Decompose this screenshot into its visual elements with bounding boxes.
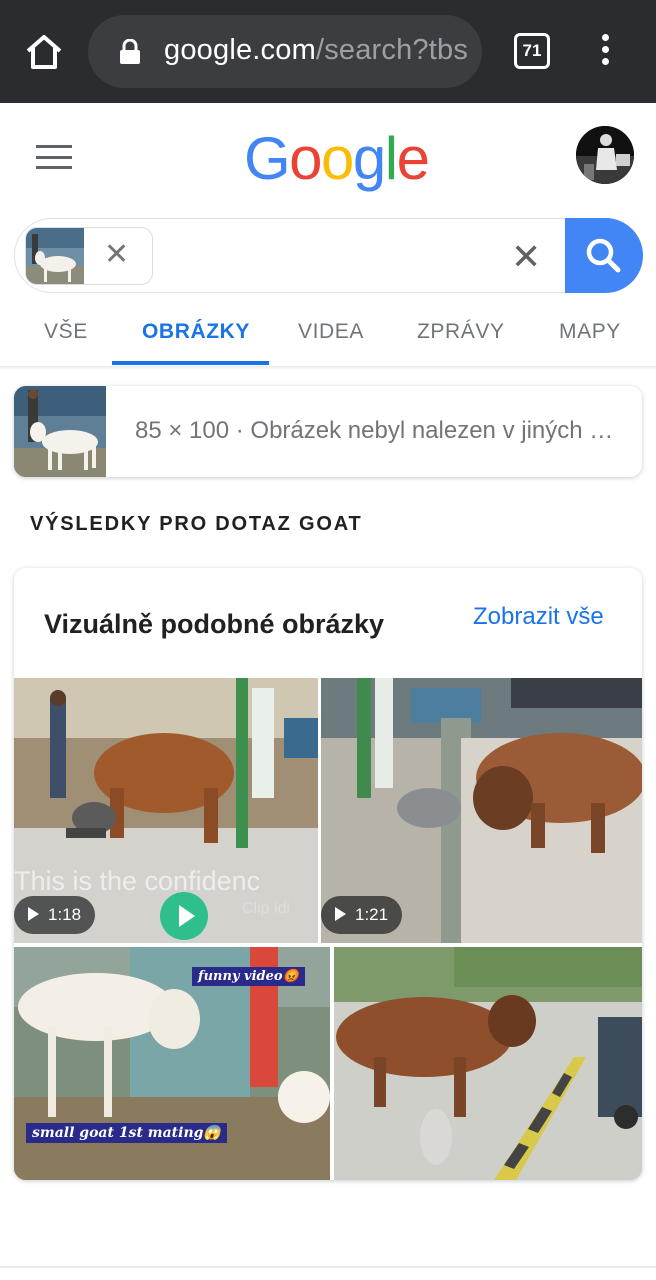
active-tab-indicator (112, 361, 269, 365)
tab-images[interactable]: OBRÁZKY (142, 320, 250, 344)
logo-letter: G (244, 125, 291, 192)
similar-image-1[interactable]: This is the confidenc Clip idi 1:18 (14, 678, 318, 943)
video-caption-top: funny video😡 (192, 967, 305, 986)
similar-image-2[interactable]: 1:21 (321, 678, 642, 943)
url-text: google.com/search?tbs (164, 34, 469, 66)
tab-maps[interactable]: MAPY (559, 320, 621, 344)
divider (0, 366, 656, 370)
search-button[interactable] (565, 217, 643, 293)
logo-letter: g (352, 125, 386, 192)
avatar[interactable] (576, 126, 634, 184)
video-overlay-text: This is the confidenc (14, 866, 261, 896)
address-bar[interactable]: google.com/search?tbs (88, 15, 482, 88)
play-circle-icon (160, 892, 208, 940)
similar-images-title: Vizuálně podobné obrázky (44, 609, 385, 639)
tab-news[interactable]: ZPRÁVY (417, 320, 505, 344)
logo-letter: l (384, 125, 398, 192)
browser-toolbar: google.com/search?tbs 71 (0, 0, 656, 103)
logo-letter: o (321, 125, 354, 192)
view-all-link[interactable]: Zobrazit vše (473, 603, 604, 631)
remove-image-icon[interactable]: ✕ (104, 240, 129, 270)
similar-images-card: Vizuálně podobné obrázky Zobrazit vše Th… (14, 568, 642, 1180)
video-caption-bottom: small goat 1st mating😱 (26, 1123, 227, 1143)
query-image-thumbnail (26, 228, 84, 284)
logo-letter: e (396, 125, 430, 192)
page-bottom-divider (0, 1266, 656, 1268)
search-image-chip[interactable]: ✕ (25, 227, 153, 285)
video-duration-badge: 1:21 (321, 896, 403, 934)
search-icon (586, 238, 621, 272)
lock-icon (118, 38, 142, 65)
image-info-text: 85 × 100 · Obrázek nebyl nalezen v jinýc… (135, 417, 614, 444)
video-duration-badge: 1:18 (14, 896, 96, 934)
play-icon (335, 907, 346, 921)
results-heading: VÝSLEDKY PRO DOTAZ GOAT (30, 513, 363, 535)
overflow-menu-icon[interactable] (596, 34, 614, 70)
hamburger-menu-icon[interactable] (36, 145, 72, 171)
clear-search-icon[interactable]: ✕ (511, 239, 541, 275)
tab-all[interactable]: VŠE (44, 320, 88, 344)
search-box[interactable]: ✕ ✕ (14, 217, 643, 293)
play-icon (28, 907, 39, 921)
home-icon[interactable] (22, 30, 66, 74)
google-logo[interactable]: Google (244, 124, 430, 193)
search-tabs: VŠE OBRÁZKY VIDEA ZPRÁVY MAPY (0, 300, 656, 366)
logo-letter: o (289, 125, 322, 192)
tabs-icon[interactable]: 71 (514, 33, 550, 69)
query-image-preview (14, 386, 106, 477)
image-info-card[interactable]: 85 × 100 · Obrázek nebyl nalezen v jinýc… (14, 386, 642, 477)
video-overlay-watermark: Clip idi (242, 900, 291, 917)
similar-image-4[interactable] (334, 947, 642, 1180)
similar-image-3[interactable]: funny video😡 small goat 1st mating😱 (14, 947, 330, 1180)
tab-videos[interactable]: VIDEA (298, 320, 364, 344)
